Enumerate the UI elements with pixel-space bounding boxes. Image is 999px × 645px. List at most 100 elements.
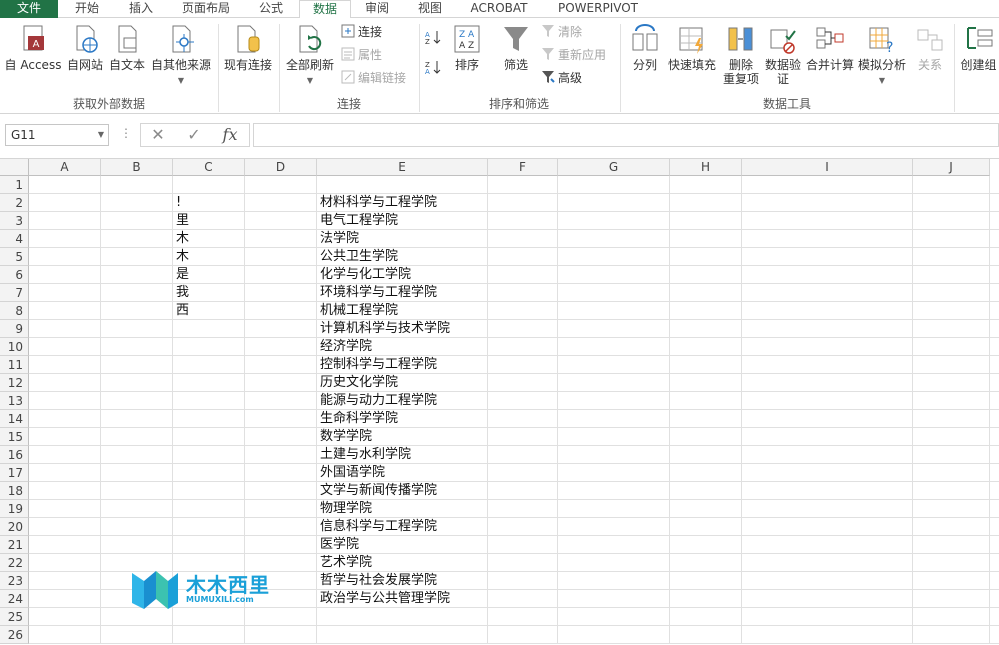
tab-home[interactable]: 开始 [62,0,112,18]
tab-insert[interactable]: 插入 [116,0,166,18]
insert-function-icon[interactable]: fx [217,125,243,145]
row-header[interactable]: 17 [0,464,29,482]
row-header[interactable]: 9 [0,320,29,338]
cell[interactable]: 木 [173,248,189,266]
row-header[interactable]: 6 [0,266,29,284]
row-header[interactable]: 1 [0,176,29,194]
what-if-analysis-button[interactable]: ? 模拟分析 ▼ [856,22,908,92]
row-header[interactable]: 2 [0,194,29,212]
reapply-filter-button[interactable]: 重新应用 [540,45,606,65]
row-header[interactable]: 18 [0,482,29,500]
tab-review[interactable]: 审阅 [354,0,400,18]
tab-acrobat[interactable]: ACROBAT [463,0,535,18]
chevron-down-icon[interactable]: ▼ [98,125,104,145]
remove-duplicates-button[interactable]: 删除 重复项 [720,22,762,92]
column-header[interactable]: A [29,159,101,176]
column-header[interactable]: G [558,159,670,176]
row-header[interactable]: 4 [0,230,29,248]
refresh-all-button[interactable]: 全部刷新 ▼ [282,22,338,92]
cell[interactable]: 文学与新闻传播学院 [317,482,437,500]
row-header[interactable]: 5 [0,248,29,266]
sort-button[interactable]: Z A A Z 排序 [448,22,486,92]
edit-links-button[interactable]: 编辑链接 [340,68,406,88]
row-header[interactable]: 16 [0,446,29,464]
from-other-sources-button[interactable]: 自其他来源 ▼ [148,22,214,92]
cell[interactable]: 生命科学学院 [317,410,398,428]
column-header[interactable]: F [488,159,558,176]
column-header[interactable]: E [317,159,488,176]
cell[interactable]: 材料科学与工程学院 [317,194,437,212]
from-web-button[interactable]: 自网站 [64,22,106,92]
column-header[interactable]: H [670,159,742,176]
cell[interactable]: 历史文化学院 [317,374,398,392]
tab-view[interactable]: 视图 [405,0,455,18]
cell[interactable]: 土建与水利学院 [317,446,411,464]
name-box[interactable]: G11 ▼ [5,124,109,146]
cell[interactable]: 环境科学与工程学院 [317,284,437,302]
row-header[interactable]: 13 [0,392,29,410]
tab-formulas[interactable]: 公式 [246,0,296,18]
cancel-icon[interactable]: ✕ [145,125,171,145]
sort-descending-button[interactable]: ZA [425,58,443,78]
cell[interactable]: 西 [173,302,189,320]
cell[interactable]: 里 [173,212,189,230]
cell[interactable]: 艺术学院 [317,554,372,572]
text-to-columns-button[interactable]: 分列 [624,22,666,92]
sort-ascending-button[interactable]: AZ [425,28,443,48]
cell[interactable]: 医学院 [317,536,359,554]
row-header[interactable]: 26 [0,626,29,644]
cell[interactable]: 木 [173,230,189,248]
row-header[interactable]: 21 [0,536,29,554]
formula-input[interactable] [253,123,999,147]
cell[interactable]: 信息科学与工程学院 [317,518,437,536]
cell[interactable]: 哲学与社会发展学院 [317,572,437,590]
tab-powerpivot[interactable]: POWERPIVOT [548,0,648,18]
cell[interactable]: 能源与动力工程学院 [317,392,437,410]
row-header[interactable]: 25 [0,608,29,626]
data-validation-button[interactable]: 数据验 证 [762,22,804,92]
relationships-button[interactable]: 关系 [910,22,950,92]
row-header[interactable]: 19 [0,500,29,518]
row-header[interactable]: 7 [0,284,29,302]
row-header[interactable]: 8 [0,302,29,320]
cell[interactable]: 数学学院 [317,428,372,446]
column-header[interactable]: D [245,159,317,176]
tab-file[interactable]: 文件 [0,0,58,18]
row-header[interactable]: 14 [0,410,29,428]
cell[interactable]: 计算机科学与技术学院 [317,320,450,338]
more-options-icon[interactable]: ⋮ [120,126,132,140]
flash-fill-button[interactable]: 快速填充 [666,22,718,92]
row-header[interactable]: 10 [0,338,29,356]
cell[interactable]: 化学与化工学院 [317,266,411,284]
cell[interactable]: 是 [173,266,189,284]
column-header[interactable]: J [913,159,990,176]
row-header[interactable]: 15 [0,428,29,446]
advanced-filter-button[interactable]: 高级 [540,68,582,88]
properties-button[interactable]: 属性 [340,45,382,65]
consolidate-button[interactable]: 合并计算 [804,22,856,92]
row-header[interactable]: 20 [0,518,29,536]
row-header[interactable]: 11 [0,356,29,374]
cell[interactable]: 公共卫生学院 [317,248,398,266]
existing-connections-button[interactable]: 现有连接 [220,22,276,92]
group-button[interactable]: 创建组 [958,22,999,92]
row-header[interactable]: 12 [0,374,29,392]
cell[interactable]: 经济学院 [317,338,372,356]
column-header[interactable]: B [101,159,173,176]
from-access-button[interactable]: A 自 Access [2,22,64,92]
enter-icon[interactable]: ✓ [181,125,207,145]
cell[interactable]: 电气工程学院 [317,212,398,230]
filter-button[interactable]: 筛选 [496,22,536,92]
connections-button[interactable]: 连接 [340,22,382,42]
cell[interactable]: 我 [173,284,189,302]
row-header[interactable]: 23 [0,572,29,590]
cell[interactable]: 物理学院 [317,500,372,518]
cell[interactable]: 外国语学院 [317,464,385,482]
cell[interactable]: 政治学与公共管理学院 [317,590,450,608]
column-header[interactable]: C [173,159,245,176]
select-all-corner[interactable] [0,159,29,176]
cell[interactable]: 控制科学与工程学院 [317,356,437,374]
cell[interactable]: 机械工程学院 [317,302,398,320]
row-header[interactable]: 22 [0,554,29,572]
column-header[interactable]: I [742,159,913,176]
